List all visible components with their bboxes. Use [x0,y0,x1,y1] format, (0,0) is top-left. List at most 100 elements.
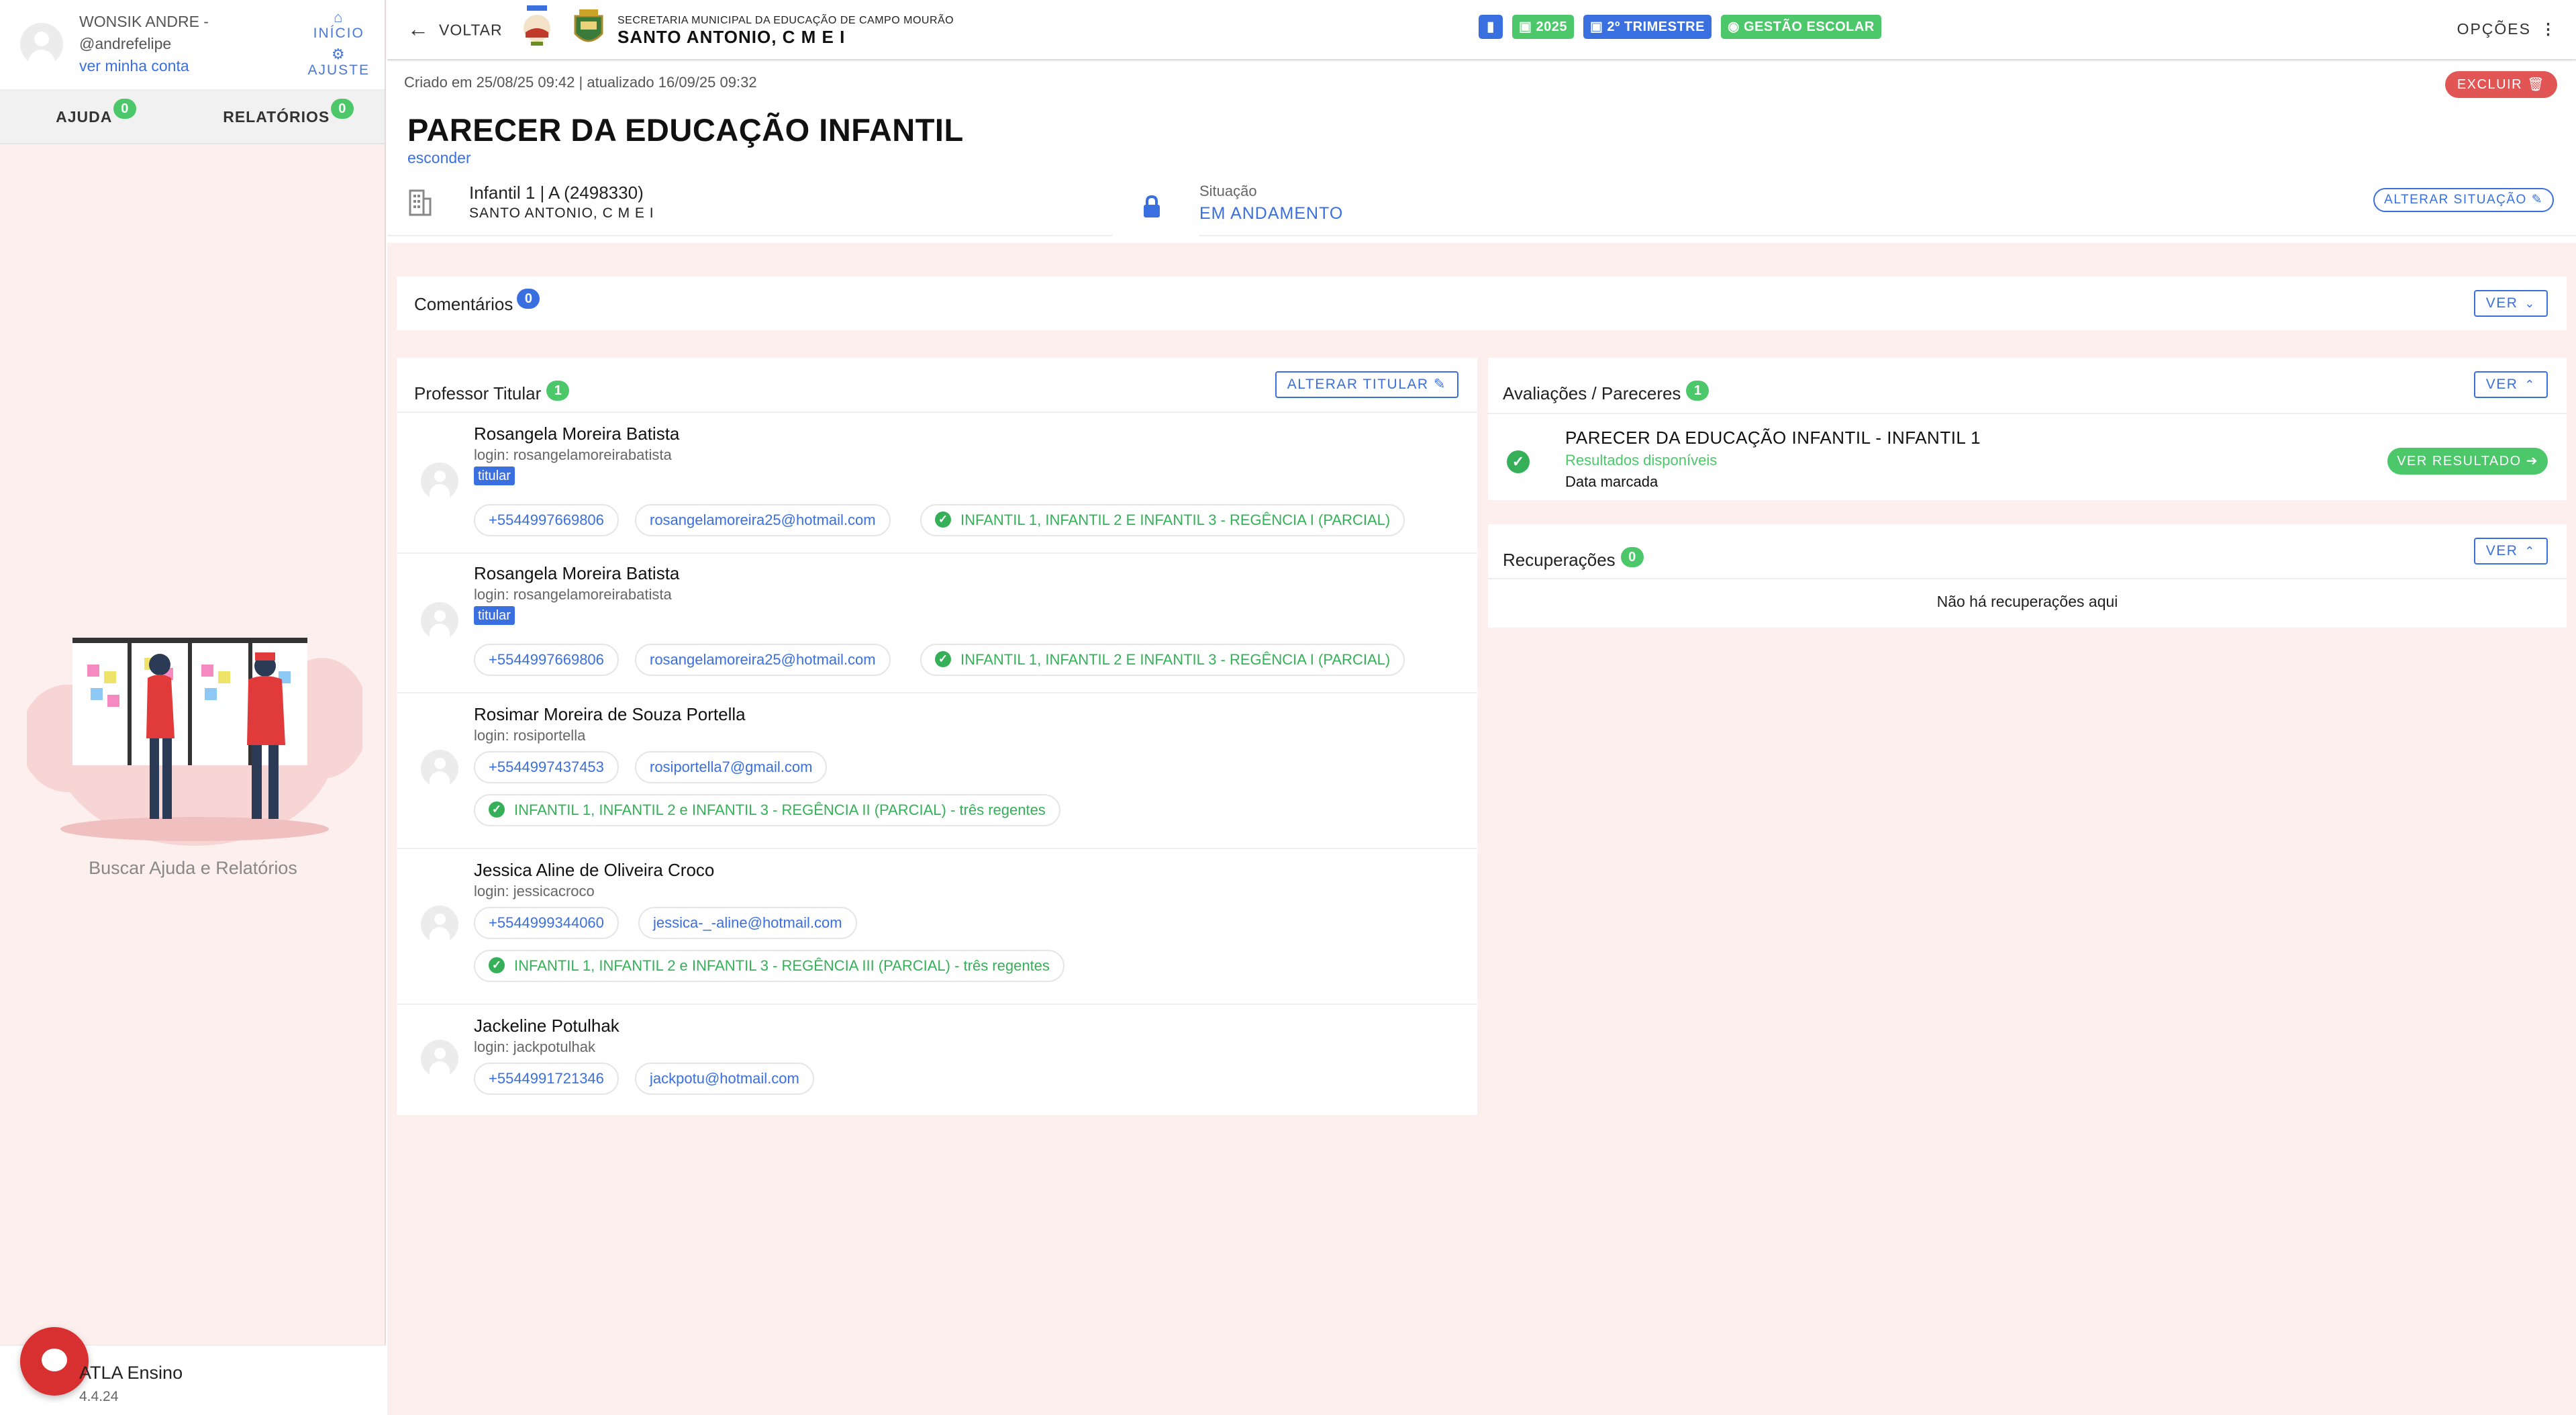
email-pill[interactable]: rosangelamoreira25@hotmail.com [635,644,891,676]
record-info-row: Infantil 1 | A (2498330) SANTO ANTONIO, … [387,175,2576,236]
tab-relatorios-label: RELATÓRIOS [223,107,330,126]
gear-icon: ⚙ [331,46,346,62]
teacher-row: Rosangela Moreira Batista login: rosange… [397,411,1477,552]
teacher-row: Jessica Aline de Oliveira Croco login: j… [397,848,1477,1004]
discipline-label: INFANTIL 1, INFANTIL 2 e INFANTIL 3 - RE… [514,957,1050,974]
gestao-chip[interactable]: ◉ GESTÃO ESCOLAR [1720,15,1881,39]
view-result-button[interactable]: VER RESULTADO ➔ [2387,448,2548,475]
comments-count: 0 [517,289,540,309]
comments-card: Comentários 0 VER ⌄ [397,277,2567,330]
check-icon: ✓ [935,511,951,528]
back-button[interactable]: ← VOLTAR [407,17,503,44]
help-caption: Buscar Ajuda e Relatórios [89,858,297,878]
teachers-title-label: Professor Titular [414,383,542,403]
phone-pill[interactable]: +5544997669806 [474,644,619,676]
evaluation-status: Resultados disponíveis [1565,452,1718,469]
chat-button[interactable] [20,1327,89,1396]
edit-icon: ✎ [2531,193,2543,207]
titular-tag: titular [474,467,515,485]
teacher-avatar [421,602,458,640]
account-link[interactable]: ver minha conta [79,55,209,77]
teacher-avatar [421,906,458,943]
trash-icon: 🗑 [2527,77,2545,92]
divider [387,235,1112,236]
delete-button[interactable]: EXCLUIR 🗑 [2444,71,2557,98]
view-result-label: VER RESULTADO [2397,454,2522,469]
teacher-login: login: rosangelamoreirabatista [474,586,672,603]
email-pill[interactable]: rosiportella7@gmail.com [635,751,828,783]
cmei-logo [524,5,550,46]
tab-relatorios[interactable]: RELATÓRIOS 0 [193,91,385,143]
phone-pill[interactable]: +5544991721346 [474,1063,619,1095]
help-illustration [27,638,362,846]
context-chips: ▮ ▣ 2025 ▣ 2º TRIMESTRE ◉ GESTÃO ESCOLAR [1479,15,1881,39]
recoveries-title: Recuperações 0 [1503,547,1644,571]
check-icon: ✓ [489,801,505,818]
recoveries-view-button[interactable]: VER ⌃ [2473,538,2548,565]
sidebar-nav: ⌂ INÍCIO ⚙ AJUSTE [307,9,370,85]
main-content: Criado em 25/08/25 09:42 | atualizado 16… [387,62,2576,1415]
nav-ajuste-button[interactable]: ⚙ AJUSTE [307,46,370,79]
user-avatar[interactable] [20,23,63,66]
app-name: ATLA Ensino [79,1363,183,1383]
email-pill[interactable]: jessica-_-aline@hotmail.com [638,907,857,939]
evaluations-title: Avaliações / Pareceres 1 [1503,381,1710,404]
term-chip-label: 2º TRIMESTRE [1607,19,1705,34]
chevron-down-icon: ⌄ [2524,297,2536,310]
teacher-login: login: jessicacroco [474,883,595,899]
recoveries-view-label: VER [2485,543,2518,558]
term-chip[interactable]: ▣ 2º TRIMESTRE [1583,15,1712,39]
teacher-avatar [421,462,458,500]
options-label: OPÇÕES [2457,20,2531,38]
record-meta: Criado em 25/08/25 09:42 | atualizado 16… [404,74,757,91]
discipline-pill: ✓ INFANTIL 1, INFANTIL 2 E INFANTIL 3 - R… [920,504,1405,536]
kebab-menu-icon: ⋮ [2540,20,2557,38]
comments-view-label: VER [2485,295,2518,311]
situation-label: Situação [1199,183,1257,199]
comments-view-button[interactable]: VER ⌄ [2473,290,2548,317]
lock-icon [1144,195,1160,217]
options-menu-button[interactable]: OPÇÕES ⋮ [2457,20,2557,38]
stats-chip[interactable]: ▮ [1479,15,1503,39]
home-icon: ⌂ [334,9,344,26]
app-info: ATLA Ensino 4.4.24 [79,1361,183,1409]
discipline-label: INFANTIL 1, INFANTIL 2 E INFANTIL 3 - RE… [960,511,1391,528]
user-handle: @andrefelipe [79,35,172,52]
discipline-label: INFANTIL 1, INFANTIL 2 e INFANTIL 3 - RE… [514,801,1046,818]
tab-ajuda[interactable]: AJUDA 0 [0,91,193,143]
teachers-card: Professor Titular 1 ALTERAR TITULAR ✎ Ros… [397,358,1477,1115]
nav-inicio-button[interactable]: ⌂ INÍCIO [307,9,370,42]
email-pill[interactable]: jackpotu@hotmail.com [635,1063,814,1095]
page-title: PARECER DA EDUCAÇÃO INFANTIL [407,112,964,148]
evaluations-card: Avaliações / Pareceres 1 VER ⌃ ✓ PARECER D… [1488,358,2567,500]
email-pill[interactable]: rosangelamoreira25@hotmail.com [635,504,891,536]
check-icon: ✓ [489,957,505,974]
alter-titular-button[interactable]: ALTERAR TITULAR ✎ [1275,371,1458,398]
calendar-icon: ▣ [1519,19,1536,34]
teacher-avatar [421,750,458,787]
teacher-login: login: rosiportella [474,727,586,744]
check-circle-icon: ✓ [1507,450,1530,473]
teacher-name: Jackeline Potulhak [474,1016,620,1036]
year-chip[interactable]: ▣ 2025 [1512,15,1574,39]
tab-ajuda-label: AJUDA [56,107,113,126]
phone-pill[interactable]: +5544997437453 [474,751,619,783]
phone-pill[interactable]: +5544997669806 [474,504,619,536]
evaluation-title: PARECER DA EDUCAÇÃO INFANTIL - INFANTIL … [1565,428,1981,448]
evaluations-view-button[interactable]: VER ⌃ [2473,371,2548,398]
record-header: Criado em 25/08/25 09:42 | atualizado 16… [387,62,2576,243]
discipline-pill: ✓ INFANTIL 1, INFANTIL 2 e INFANTIL 3 - R… [474,950,1064,982]
sidebar-user-panel: WONSIK ANDRE - @andrefelipe ver minha co… [0,0,385,91]
teacher-avatar [421,1040,458,1077]
alter-situation-button[interactable]: ALTERAR SITUAÇÃO ✎ [2373,188,2554,212]
phone-pill[interactable]: +5544999344060 [474,907,619,939]
hide-link[interactable]: esconder [407,149,471,167]
recoveries-count: 0 [1620,547,1644,567]
delete-label: EXCLUIR [2457,77,2523,92]
arrow-right-icon: ➔ [2526,454,2538,469]
tab-ajuda-count: 0 [113,99,137,119]
evaluation-item[interactable]: ✓ PARECER DA EDUCAÇÃO INFANTIL - INFANTI… [1488,413,2567,500]
bar-chart-icon: ▮ [1487,19,1495,34]
chevron-up-icon: ⌃ [2524,544,2536,558]
situation-value: EM ANDAMENTO [1199,204,1344,223]
